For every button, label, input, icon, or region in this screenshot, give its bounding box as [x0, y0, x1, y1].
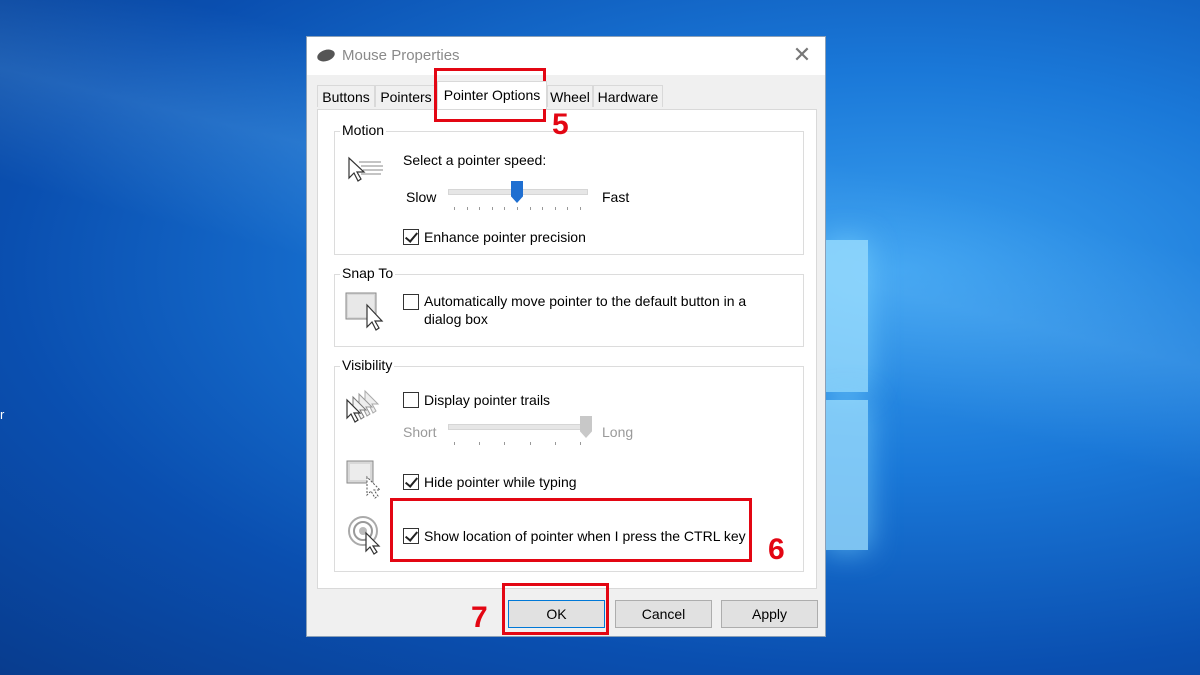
annotation-number-7: 7 [471, 601, 488, 634]
slider-tick [529, 442, 531, 445]
motion-group-label: Motion [340, 122, 387, 138]
slider-tick [542, 207, 544, 210]
snap-to-group: Snap To Automatically move pointer to th… [334, 265, 804, 347]
slider-tick [479, 207, 481, 210]
pointer-trails-slider[interactable] [448, 424, 588, 430]
hide-while-typing-label[interactable]: Hide pointer while typing [424, 474, 577, 490]
visibility-group-label: Visibility [340, 357, 395, 373]
motion-group: Motion Select a pointer speed: Slow Fast… [334, 122, 804, 255]
trails-long-label: Long [602, 424, 634, 440]
fast-label: Fast [602, 189, 630, 205]
slider-tick [454, 207, 455, 210]
pointer-speed-icon [348, 156, 383, 182]
apply-button[interactable]: Apply [721, 600, 818, 628]
hide-while-typing-icon [346, 460, 382, 499]
pointer-trails-slider-thumb[interactable] [580, 416, 592, 438]
close-button[interactable]: ✕ [787, 43, 817, 69]
slider-tick [504, 207, 506, 210]
dialog-title: Mouse Properties [342, 47, 460, 64]
slider-tick [554, 442, 556, 445]
slider-tick [491, 207, 493, 210]
slider-tick [504, 442, 506, 445]
pointer-speed-label: Select a pointer speed: [403, 152, 547, 168]
snap-to-checkbox[interactable] [403, 294, 419, 310]
title-bar[interactable]: Mouse Properties ✕ [307, 37, 825, 75]
slider-tick [479, 442, 481, 445]
slider-tick [580, 442, 581, 445]
pointer-trails-icon [346, 389, 380, 423]
windows-logo [826, 240, 870, 550]
cancel-button[interactable]: Cancel [615, 600, 712, 628]
slider-tick [554, 207, 556, 210]
annotation-box-ok [502, 583, 609, 635]
pointer-speed-slider-thumb[interactable] [511, 181, 523, 203]
snap-to-icon [345, 292, 384, 331]
tab-hardware[interactable]: Hardware [593, 85, 663, 107]
pointer-speed-ticks [454, 207, 581, 211]
show-location-icon [348, 516, 381, 555]
tab-pointer-options[interactable]: Pointer Options [437, 81, 547, 109]
mouse-icon [315, 47, 337, 64]
pointer-trails-checkbox[interactable] [403, 392, 419, 408]
tab-wheel[interactable]: Wheel [547, 85, 593, 107]
annotation-number-5: 5 [552, 108, 569, 141]
annotation-number-6: 6 [768, 533, 785, 566]
enhance-precision-checkbox[interactable] [403, 229, 419, 245]
tab-pointers[interactable]: Pointers [375, 85, 437, 107]
slider-tick [517, 207, 518, 210]
slider-tick [454, 442, 455, 445]
slow-label: Slow [406, 189, 437, 205]
annotation-box-ctrl [390, 498, 752, 562]
snap-to-group-label: Snap To [340, 265, 396, 281]
trails-short-label: Short [403, 424, 437, 440]
slider-tick [580, 207, 581, 210]
tab-buttons[interactable]: Buttons [317, 85, 375, 107]
pointer-trails-ticks [454, 442, 581, 446]
desktop-icon-label[interactable]: r [0, 407, 4, 422]
slider-tick [529, 207, 531, 210]
slider-tick [466, 207, 468, 210]
snap-to-label[interactable]: Automatically move pointer to the defaul… [424, 292, 774, 328]
hide-while-typing-checkbox[interactable] [403, 474, 419, 490]
slider-tick [567, 207, 569, 210]
enhance-precision-label[interactable]: Enhance pointer precision [424, 229, 586, 245]
pointer-trails-label[interactable]: Display pointer trails [424, 392, 550, 408]
